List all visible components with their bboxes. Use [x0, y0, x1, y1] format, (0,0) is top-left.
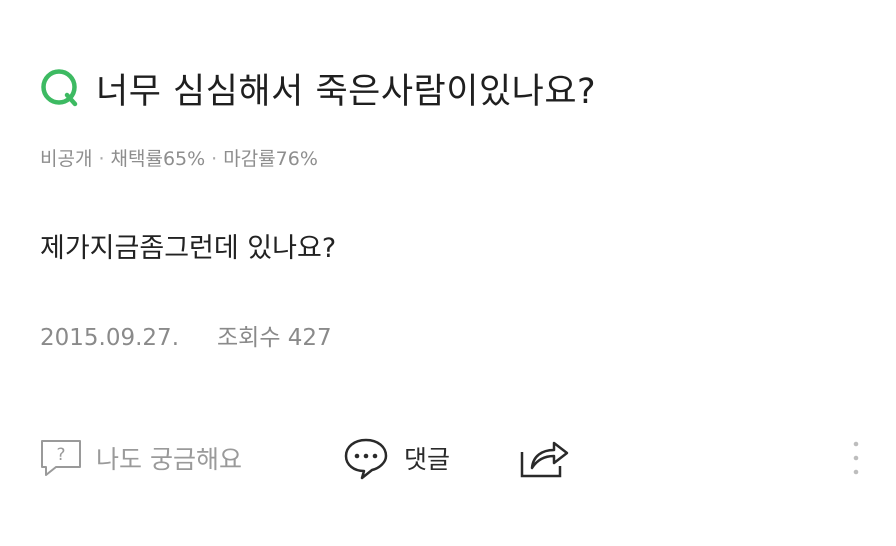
- meta-separator: ·: [98, 148, 105, 170]
- action-bar: ? 나도 궁금해요 댓글: [38, 428, 868, 488]
- comment-label: 댓글: [404, 445, 451, 474]
- question-header: 너무 심심해서 죽은사람이있나요?: [38, 60, 596, 116]
- share-icon: [516, 434, 572, 482]
- vertical-dots-icon: [852, 436, 860, 480]
- question-speech-icon: ?: [38, 435, 84, 481]
- q-icon: [38, 66, 82, 110]
- question-title: 너무 심심해서 죽은사람이있나요?: [96, 71, 597, 112]
- deadline-rate: 마감률76%: [223, 148, 318, 170]
- post-date: 2015.09.27.: [40, 325, 179, 351]
- speech-bubble-icon: [342, 435, 390, 481]
- curious-button[interactable]: ? 나도 궁금해요: [38, 428, 242, 488]
- question-page: 너무 심심해서 죽은사람이있나요? 비공개 · 채택률65% · 마감률76% 제가지금…: [0, 0, 896, 546]
- comment-button[interactable]: 댓글: [342, 428, 450, 488]
- question-meta: 비공개 · 채택률65% · 마감률76%: [40, 144, 318, 171]
- svg-text:?: ?: [56, 445, 65, 465]
- question-info: 2015.09.27. 조회수 427: [40, 318, 332, 352]
- question-body: 제가지금좀그런데 있나요?: [40, 233, 337, 264]
- curious-label: 나도 궁금해요: [96, 445, 242, 474]
- share-button[interactable]: [516, 428, 572, 488]
- meta-separator: ·: [211, 148, 218, 170]
- adoption-rate: 채택률65%: [110, 148, 206, 170]
- more-button[interactable]: [846, 428, 866, 488]
- view-count: 조회수 427: [217, 325, 332, 351]
- visibility-label: 비공개: [40, 148, 93, 170]
